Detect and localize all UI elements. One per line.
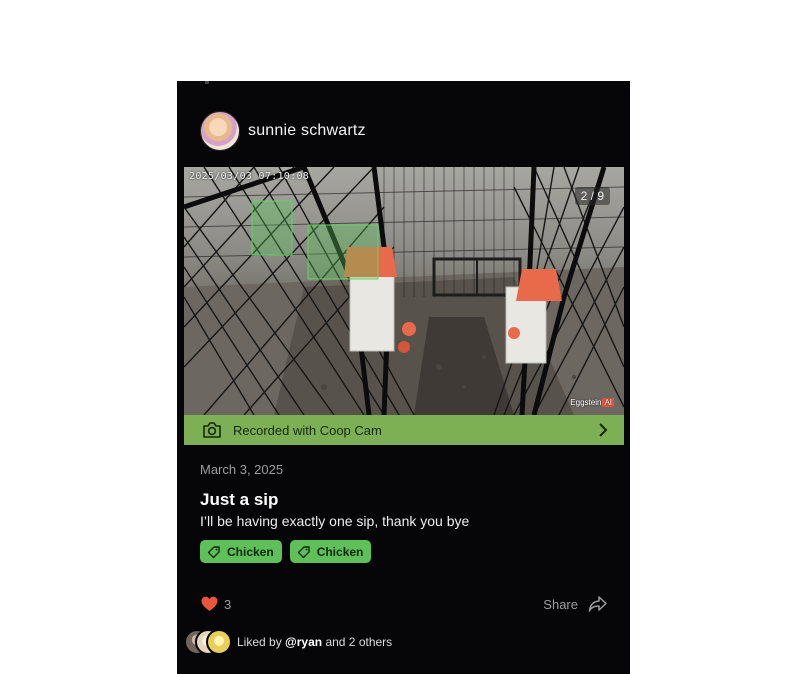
- tag-chip[interactable]: Chicken: [289, 540, 372, 563]
- tag-label: Chicken: [316, 544, 364, 559]
- post-image[interactable]: 2025/03/03 07:10:08 2 / 9 Eggstein AI: [184, 167, 624, 415]
- tag-chip[interactable]: Chicken: [200, 540, 282, 563]
- liked-by-row[interactable]: Liked by @ryan and 2 others: [184, 629, 624, 655]
- coop-camera-photo: [184, 167, 624, 415]
- liked-by-prefix: Liked by: [237, 635, 282, 649]
- liked-by-text: Liked by @ryan and 2 others: [237, 635, 392, 649]
- camera-timestamp: 2025/03/03 07:10:08: [189, 171, 310, 182]
- watermark-ai-badge: AI: [602, 398, 614, 407]
- post-screen: sunnie schwartz 2025/03/03 07:10:08 2 / …: [177, 81, 630, 674]
- eggstein-watermark: Eggstein AI: [570, 398, 614, 407]
- post-date: March 3, 2025: [200, 462, 284, 477]
- like-count: 3: [224, 596, 232, 612]
- author-name[interactable]: sunnie schwartz: [248, 122, 366, 140]
- post-caption: I’ll be having exactly one sip, thank yo…: [200, 513, 470, 529]
- heart-icon: [201, 596, 218, 611]
- post-title: Just a sip: [200, 490, 279, 509]
- tag-icon: [297, 545, 310, 558]
- image-counter: 2 / 9: [574, 187, 610, 205]
- like-button[interactable]: 3: [201, 596, 231, 612]
- tag-list: Chicken Chicken: [200, 540, 372, 563]
- share-label: Share: [543, 596, 578, 612]
- liked-by-suffix: and 2 others: [325, 635, 393, 649]
- chevron-right-icon: [599, 423, 608, 437]
- recorded-with-label: Recorded with Coop Cam: [233, 423, 382, 438]
- share-icon: [588, 596, 607, 612]
- author-avatar[interactable]: [200, 111, 240, 151]
- share-button[interactable]: Share: [543, 595, 608, 613]
- liker-avatar: [206, 629, 232, 655]
- watermark-text: Eggstein: [570, 398, 602, 407]
- post-header: sunnie schwartz: [177, 109, 630, 153]
- recorded-with-coop-cam-bar[interactable]: Recorded with Coop Cam: [184, 415, 624, 445]
- tag-label: Chicken: [227, 544, 274, 559]
- liked-by-user[interactable]: @ryan: [285, 635, 322, 649]
- camera-icon: [203, 422, 221, 438]
- tag-icon: [207, 545, 220, 558]
